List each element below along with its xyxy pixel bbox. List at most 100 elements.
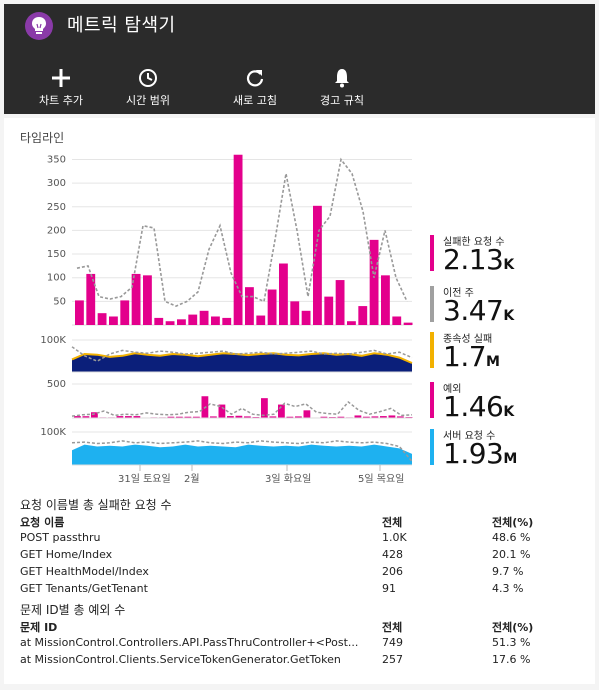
failed-request-bar: [256, 315, 266, 325]
kpi-unit: K: [503, 308, 514, 324]
failed-request-bar: [313, 205, 322, 325]
y-tick-label: 500: [47, 379, 66, 390]
failed-request-bar: [165, 321, 175, 325]
kpi-unit: M: [503, 451, 517, 467]
y-tick-label: 200: [47, 225, 66, 236]
kpi-value: 1.7M: [443, 340, 500, 373]
header-problem-id: 문제 ID: [20, 621, 58, 634]
header-request-name: 요청 이름: [20, 516, 65, 529]
kpi-unit: K: [503, 404, 514, 420]
failed-request-bar: [211, 316, 220, 325]
failed-requests-header: 요청 이름 전체 전체(%): [20, 514, 580, 531]
kpi-color-bar: [430, 286, 434, 322]
table-row[interactable]: POST passthru 1.0K 48.6 %: [20, 531, 580, 548]
y-tick-label: 300: [47, 178, 66, 189]
failed-request-bar: [199, 310, 209, 325]
x-tick-label: 2월: [184, 473, 200, 485]
header-total: 전체: [382, 516, 403, 529]
failed-request-bar: [177, 319, 186, 325]
request-name: POST passthru: [20, 531, 101, 544]
request-name: GET HealthModel/Index: [20, 565, 149, 578]
header-total-pct: 전체(%): [492, 516, 534, 529]
request-total: 1.0K: [382, 531, 407, 544]
y-tick-label: 100: [47, 273, 66, 284]
failed-request-bar: [358, 306, 368, 325]
failed-request-bar: [369, 239, 379, 325]
kpi-value: 1.93M: [443, 437, 517, 470]
problem-total: 257: [382, 653, 403, 666]
failed-request-bar: [143, 275, 152, 325]
server-requests-area: [72, 444, 412, 465]
kpi-value: 2.13K: [443, 243, 514, 276]
header-total: 전체: [382, 621, 403, 634]
kpi-color-bar: [430, 235, 434, 271]
problem-pct: 51.3 %: [492, 636, 531, 649]
exception-bar: [303, 410, 311, 418]
failed-request-bar: [233, 154, 243, 325]
request-pct: 48.6 %: [492, 531, 531, 544]
header-total-pct: 전체(%): [492, 621, 534, 634]
exception-bar: [278, 404, 285, 418]
failed-request-bar: [154, 317, 164, 325]
kpi-unit: M: [486, 354, 500, 370]
x-tick-label: 3일 화요일: [265, 473, 311, 485]
y-tick-label: 100K: [40, 427, 66, 438]
table-row[interactable]: GET Home/Index 428 20.1 %: [20, 548, 580, 565]
failed-request-bar: [222, 317, 232, 325]
request-pct: 20.1 %: [492, 548, 531, 561]
request-name: GET Home/Index: [20, 548, 113, 561]
kpi-number: 3.47: [443, 294, 504, 327]
table-row[interactable]: at MissionControl.Controllers.API.PassTh…: [20, 636, 580, 653]
kpi-value: 1.46K: [443, 390, 514, 423]
y-tick-label: 250: [47, 202, 66, 213]
failed-request-bar: [188, 314, 198, 325]
request-total: 206: [382, 565, 403, 578]
failed-request-bar: [403, 322, 413, 325]
kpi-number: 1.46: [443, 390, 504, 423]
kpi-color-bar: [430, 429, 434, 465]
exceptions-header: 문제 ID 전체 전체(%): [20, 619, 580, 636]
y-tick-label: 150: [47, 249, 66, 260]
kpi-color-bar: [430, 332, 434, 368]
request-total: 428: [382, 548, 403, 561]
table-row[interactable]: at MissionControl.Clients.ServiceTokenGe…: [20, 653, 580, 670]
failed-request-bar: [381, 275, 390, 325]
request-pct: 9.7 %: [492, 565, 524, 578]
y-tick-label: 100K: [40, 335, 66, 346]
failed-request-bar: [279, 263, 288, 325]
kpi-color-bar: [430, 382, 434, 418]
kpi-value: 3.47K: [443, 294, 514, 327]
request-pct: 4.3 %: [492, 582, 524, 595]
failed-request-bar: [267, 289, 277, 325]
failed-request-bar: [109, 316, 118, 325]
x-tick-label: 5일 목요일: [358, 473, 404, 485]
y-tick-label: 350: [47, 154, 66, 165]
failed-requests-title: 요청 이름별 총 실패한 요청 수: [20, 498, 172, 512]
failed-request-bar: [245, 287, 254, 325]
table-row[interactable]: GET Tenants/GetTenant 91 4.3 %: [20, 582, 580, 599]
y-tick-label: 50: [53, 296, 66, 307]
failed-request-bar: [301, 310, 311, 325]
request-name: GET Tenants/GetTenant: [20, 582, 148, 595]
kpi-number: 1.7: [443, 340, 487, 373]
request-total: 91: [382, 582, 396, 595]
x-tick-label: 31일 토요일: [118, 473, 171, 485]
failed-request-bar: [324, 296, 334, 325]
failed-request-bar: [120, 300, 130, 325]
kpi-unit: K: [503, 257, 514, 273]
problem-pct: 17.6 %: [492, 653, 531, 666]
failed-request-bar: [290, 301, 300, 325]
failed-request-bar: [392, 316, 402, 325]
problem-id: at MissionControl.Controllers.API.PassTh…: [20, 636, 359, 649]
failed-request-bar: [335, 280, 345, 325]
previous-week-line: [71, 400, 413, 417]
failed-request-bar: [347, 321, 356, 325]
problem-total: 749: [382, 636, 403, 649]
failed-request-bar: [97, 313, 107, 325]
failed-request-bar: [75, 300, 84, 325]
kpi-number: 1.93: [443, 437, 504, 470]
table-row[interactable]: GET HealthModel/Index 206 9.7 %: [20, 565, 580, 582]
exceptions-title: 문제 ID별 총 예외 수: [20, 603, 126, 617]
problem-id: at MissionControl.Clients.ServiceTokenGe…: [20, 653, 341, 666]
kpi-number: 2.13: [443, 243, 504, 276]
